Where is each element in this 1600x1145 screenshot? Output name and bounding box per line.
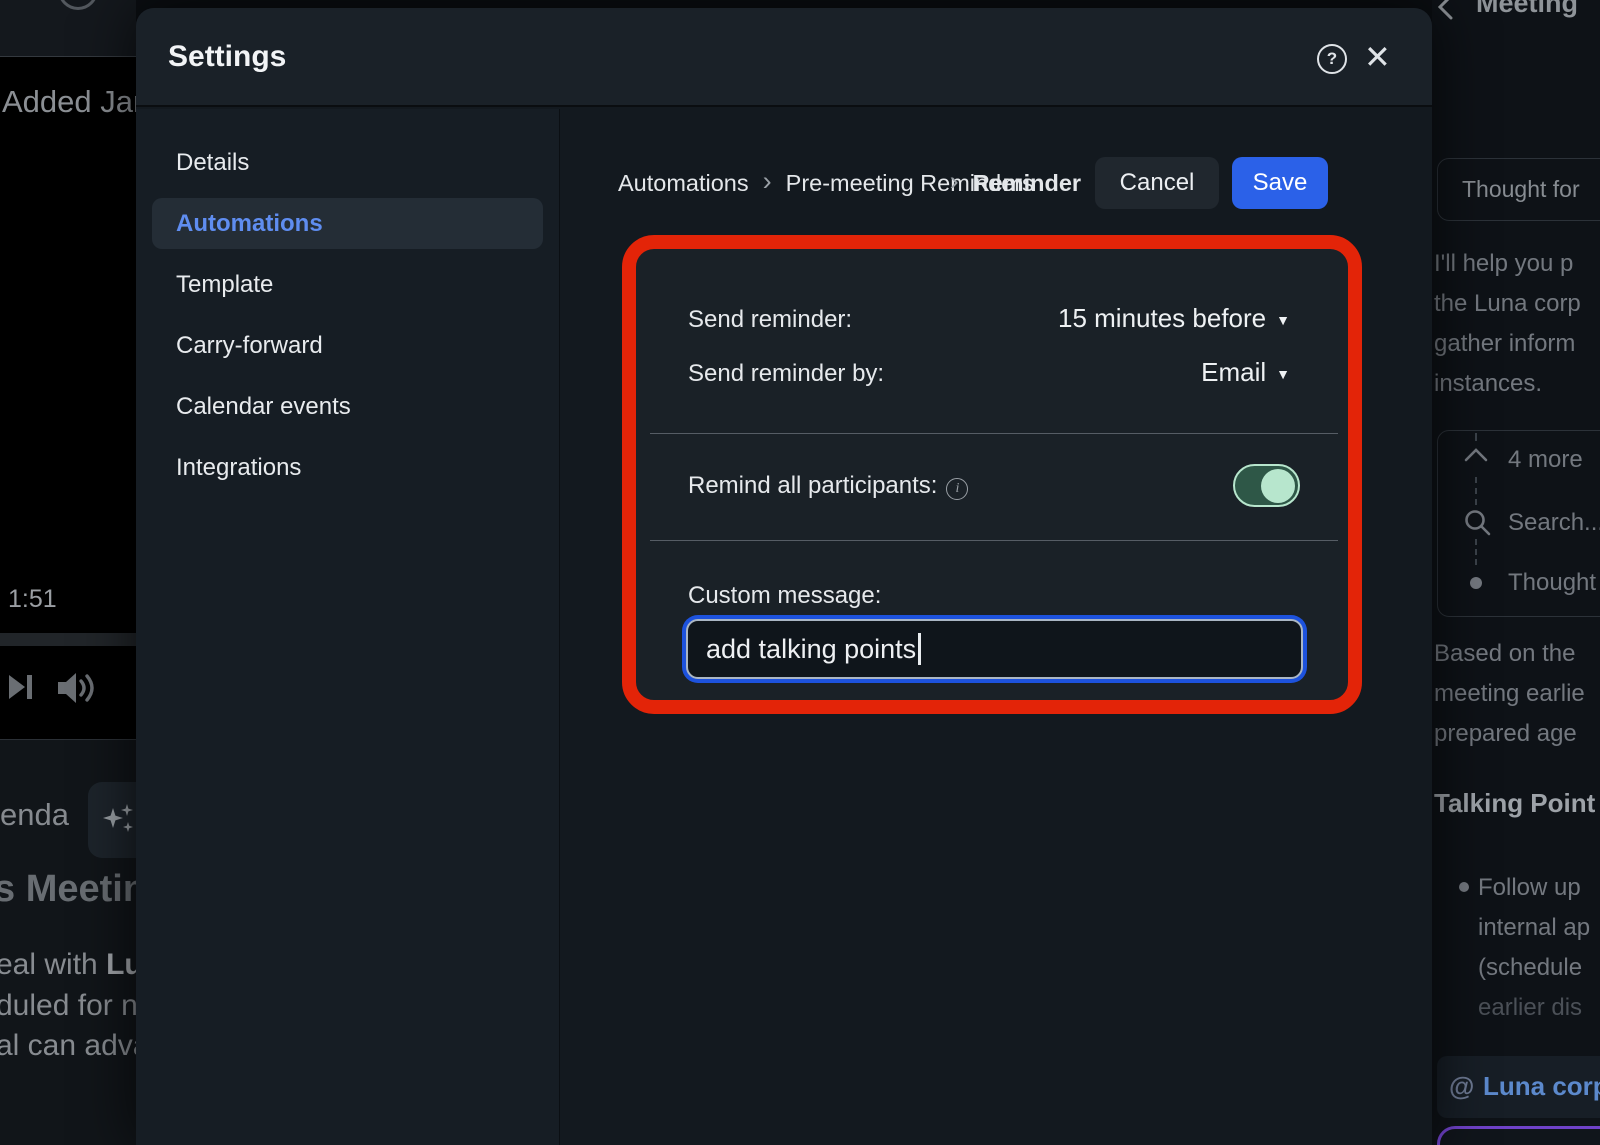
- meeting-text-line: duled for ne: [0, 989, 136, 1023]
- save-button[interactable]: Save: [1232, 157, 1328, 209]
- assistant-text-line: Based on the: [1434, 640, 1575, 668]
- chevron-right-icon: ›: [950, 166, 959, 197]
- chevron-right-icon: ›: [763, 166, 772, 197]
- remind-all-toggle[interactable]: [1233, 464, 1300, 507]
- talking-points-heading: Talking Point: [1434, 788, 1595, 819]
- talking-point-line: (schedule: [1478, 954, 1582, 982]
- send-by-value: Email: [1201, 357, 1266, 387]
- right-panel-title: Meeting: [1476, 0, 1578, 19]
- chat-input[interactable]: [1437, 1126, 1600, 1145]
- sidebar-item-calendar-events[interactable]: Calendar events: [152, 381, 543, 432]
- video-timestamp: 1:51: [8, 585, 57, 614]
- reminder-settings-panel: Send reminder: 15 minutes before ▼ Send r…: [636, 249, 1348, 700]
- sidebar-item-integrations[interactable]: Integrations: [152, 442, 543, 493]
- settings-sidebar: Details Automations Template Carry-forwa…: [136, 109, 560, 1145]
- breadcrumb-pre-meeting-reminders[interactable]: Pre-meeting Reminders: [786, 168, 936, 199]
- chevron-up-icon[interactable]: [1464, 447, 1488, 468]
- send-reminder-value: 15 minutes before: [1058, 303, 1266, 333]
- thought-chip-label: Thought for: [1462, 176, 1580, 203]
- annotation-highlight-box: Send reminder: 15 minutes before ▼ Send r…: [622, 235, 1362, 714]
- talking-point-line: internal ap: [1478, 914, 1590, 942]
- mention-link[interactable]: Luna corp: [1483, 1071, 1600, 1102]
- cancel-button[interactable]: Cancel: [1095, 157, 1219, 209]
- sparkles-icon: [100, 804, 136, 838]
- sidebar-item-details[interactable]: Details: [152, 137, 543, 188]
- assistant-text-line: meeting earlie: [1434, 680, 1585, 708]
- assistant-text-line: prepared age: [1434, 720, 1577, 748]
- custom-message-input[interactable]: add talking points: [686, 619, 1303, 679]
- bullet-dot: [1470, 577, 1482, 589]
- bullet-dot: [1459, 882, 1469, 892]
- back-chevron-icon[interactable]: [1435, 0, 1457, 25]
- breadcrumb: Automations › Pre-meeting Reminders › Re…: [618, 157, 1328, 209]
- assistant-text-line: gather inform: [1434, 330, 1575, 358]
- send-reminder-label: Send reminder:: [688, 306, 852, 334]
- search-icon: [1462, 507, 1492, 542]
- settings-modal: Settings ? ✕ Details Automations Templat…: [136, 8, 1432, 1145]
- close-icon[interactable]: ✕: [1364, 41, 1391, 73]
- mention-card[interactable]: @ Luna corp: [1437, 1056, 1600, 1118]
- divider: [650, 540, 1338, 541]
- skip-next-icon[interactable]: [8, 672, 34, 707]
- sidebar-item-template[interactable]: Template: [152, 259, 543, 310]
- breadcrumb-automations[interactable]: Automations: [618, 170, 749, 197]
- connector-line: [1475, 477, 1477, 505]
- meeting-text-line: eal with Lun: [0, 948, 136, 982]
- talking-point-line: earlier dis: [1478, 994, 1582, 1022]
- send-reminder-dropdown[interactable]: 15 minutes before ▼: [1058, 303, 1290, 334]
- help-icon[interactable]: ?: [1317, 44, 1347, 74]
- custom-message-label: Custom message:: [688, 582, 881, 610]
- ai-sparkle-button[interactable]: [88, 782, 136, 858]
- search-step-label[interactable]: Search...: [1508, 509, 1600, 537]
- agenda-label-fragment: enda: [0, 797, 69, 833]
- sidebar-item-automations[interactable]: Automations: [152, 198, 543, 249]
- added-participant-text: Added Jan: [2, 84, 136, 120]
- remind-all-text: Remind all participants:: [688, 472, 937, 499]
- sidebar-item-carry-forward[interactable]: Carry-forward: [152, 320, 543, 371]
- custom-message-text: add talking points: [706, 634, 916, 665]
- more-steps-label[interactable]: 4 more: [1508, 446, 1583, 474]
- chevron-down-icon: ▼: [1276, 366, 1290, 382]
- connector-line: [1475, 433, 1477, 441]
- remind-all-label: Remind all participants: i: [688, 472, 968, 500]
- modal-header: Settings ? ✕: [136, 8, 1432, 107]
- meeting-text-line: al can adva: [0, 1029, 136, 1063]
- talking-point-line: Follow up: [1478, 874, 1581, 902]
- assistant-text-line: the Luna corp: [1434, 290, 1581, 318]
- text-fragment-bold: Lun: [106, 948, 136, 981]
- chevron-down-icon: ▼: [1276, 312, 1290, 328]
- thought-duration-chip[interactable]: Thought for: [1437, 158, 1600, 221]
- send-by-dropdown[interactable]: Email ▼: [1201, 357, 1290, 388]
- background-right-panel: Meeting Thought for I'll help you p the …: [1432, 0, 1600, 1145]
- divider: [650, 433, 1338, 434]
- assistant-text-line: I'll help you p: [1434, 250, 1573, 278]
- at-symbol: @: [1449, 1071, 1474, 1102]
- avatar: [58, 0, 98, 10]
- settings-content: Automations › Pre-meeting Reminders › Re…: [560, 109, 1432, 1145]
- text-cursor: [918, 633, 921, 665]
- info-icon[interactable]: i: [946, 478, 968, 500]
- tool-steps-box: 4 more Search... Thought: [1437, 430, 1600, 617]
- toggle-knob: [1261, 469, 1295, 503]
- thought-step-label[interactable]: Thought: [1508, 569, 1596, 597]
- background-left-panel: Added Jan 1:51 enda s Meetin e: [0, 0, 136, 1145]
- volume-icon[interactable]: [56, 670, 100, 711]
- left-topbar: [0, 0, 136, 57]
- video-progress-bar[interactable]: [0, 633, 136, 646]
- notes-section-background: enda s Meetin eal with Lun duled for ne …: [0, 740, 136, 1145]
- connector-line: [1475, 539, 1477, 565]
- breadcrumb-reminder: Reminder: [973, 170, 1081, 197]
- meeting-heading-fragment: s Meetin: [0, 868, 136, 911]
- modal-title: Settings: [168, 40, 286, 74]
- assistant-text-line: instances.: [1434, 370, 1542, 398]
- send-by-label: Send reminder by:: [688, 360, 884, 388]
- app-background: Added Jan 1:51 enda s Meetin e: [0, 0, 1600, 1145]
- text-fragment: eal with: [0, 948, 106, 981]
